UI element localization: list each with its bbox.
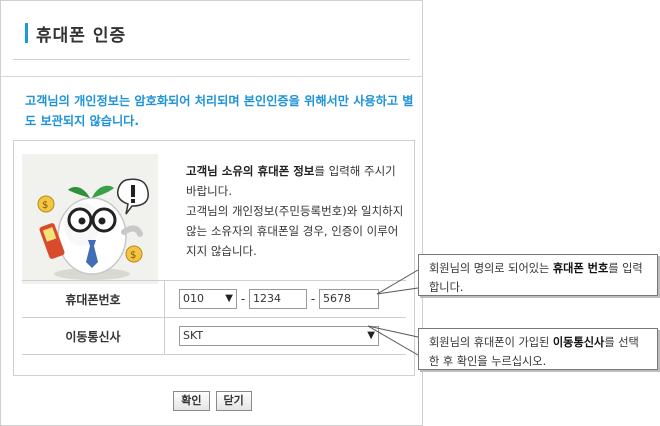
button-bar: 확인 닫기 — [1, 391, 424, 411]
chevron-down-icon: ▼ — [367, 330, 375, 341]
confirm-button[interactable]: 확인 — [173, 391, 210, 411]
phone-hint-text-1: 회원님의 명의로 되어있는 — [429, 262, 553, 275]
phone-auth-window: 휴대폰 인증 고객님의 개인정보는 암호화되어 처리되며 본인인증을 위해서만 … — [0, 0, 423, 426]
title-accent-bar — [25, 23, 28, 43]
phone-row: 휴대폰번호 010 ▼ -1234-5678 — [22, 280, 406, 318]
svg-text:$: $ — [42, 200, 48, 211]
svg-text:$: $ — [130, 250, 136, 261]
carrier-hint-bold: 이동통신사 — [552, 336, 605, 349]
privacy-notice: 고객님의 개인정보는 암호화되어 처리되며 본인인증을 위해서만 사용하고 별도… — [25, 94, 414, 128]
chevron-down-icon: ▼ — [225, 293, 233, 304]
mascot-illustration: $ $ — [22, 154, 158, 284]
close-button[interactable]: 닫기 — [215, 391, 252, 411]
intro-text-2: 고객님의 개인정보(주민등록번호)와 일치하지 않는 소유자의 휴대폰일 경우,… — [186, 204, 404, 258]
phone-last-input[interactable]: 5678 — [319, 289, 379, 309]
carrier-value: SKT — [183, 329, 204, 342]
phone-form: 휴대폰번호 010 ▼ -1234-5678 이동통신사 SKT ▼ — [22, 280, 406, 355]
phone-prefix-value: 010 — [183, 292, 204, 305]
carrier-select[interactable]: SKT ▼ — [179, 326, 379, 346]
dash-separator: - — [240, 292, 246, 306]
carrier-hint-callout: 회원님의 휴대폰이 가입된 이동통신사를 선택한 후 확인을 누르십시오. — [418, 328, 658, 370]
section-divider — [1, 76, 422, 77]
intro-instructions: 고객님 소유의 휴대폰 정보를 입력해 주시기 바랍니다. 고객님의 개인정보(… — [186, 161, 408, 261]
carrier-hint-text-1: 회원님의 휴대폰이 가입된 — [429, 336, 553, 349]
carrier-value-cell: SKT ▼ — [164, 317, 406, 355]
phone-prefix-select[interactable]: 010 ▼ — [179, 289, 237, 309]
carrier-label: 이동통신사 — [22, 317, 165, 355]
phone-value-cell: 010 ▼ -1234-5678 — [164, 280, 406, 318]
phone-hint-callout: 회원님의 명의로 되어있는 휴대폰 번호를 입력합니다. — [418, 254, 658, 296]
phone-hint-bold: 휴대폰 번호 — [552, 262, 609, 275]
intro-bold-text: 고객님 소유의 휴대폰 정보 — [186, 164, 315, 178]
header-divider — [13, 59, 410, 60]
phone-middle-input[interactable]: 1234 — [249, 289, 307, 309]
auth-panel: $ $ 고객님 소유의 휴대폰 정보를 입력해 주시기 바랍니다. 고객님의 개… — [13, 140, 415, 376]
phone-middle-value: 1234 — [253, 292, 281, 305]
page-title: 휴대폰 인증 — [36, 25, 127, 46]
dash-separator: - — [310, 292, 316, 306]
window-header: 휴대폰 인증 — [25, 21, 127, 46]
carrier-row: 이동통신사 SKT ▼ — [22, 317, 406, 355]
phone-label: 휴대폰번호 — [22, 280, 165, 318]
phone-last-value: 5678 — [323, 292, 351, 305]
